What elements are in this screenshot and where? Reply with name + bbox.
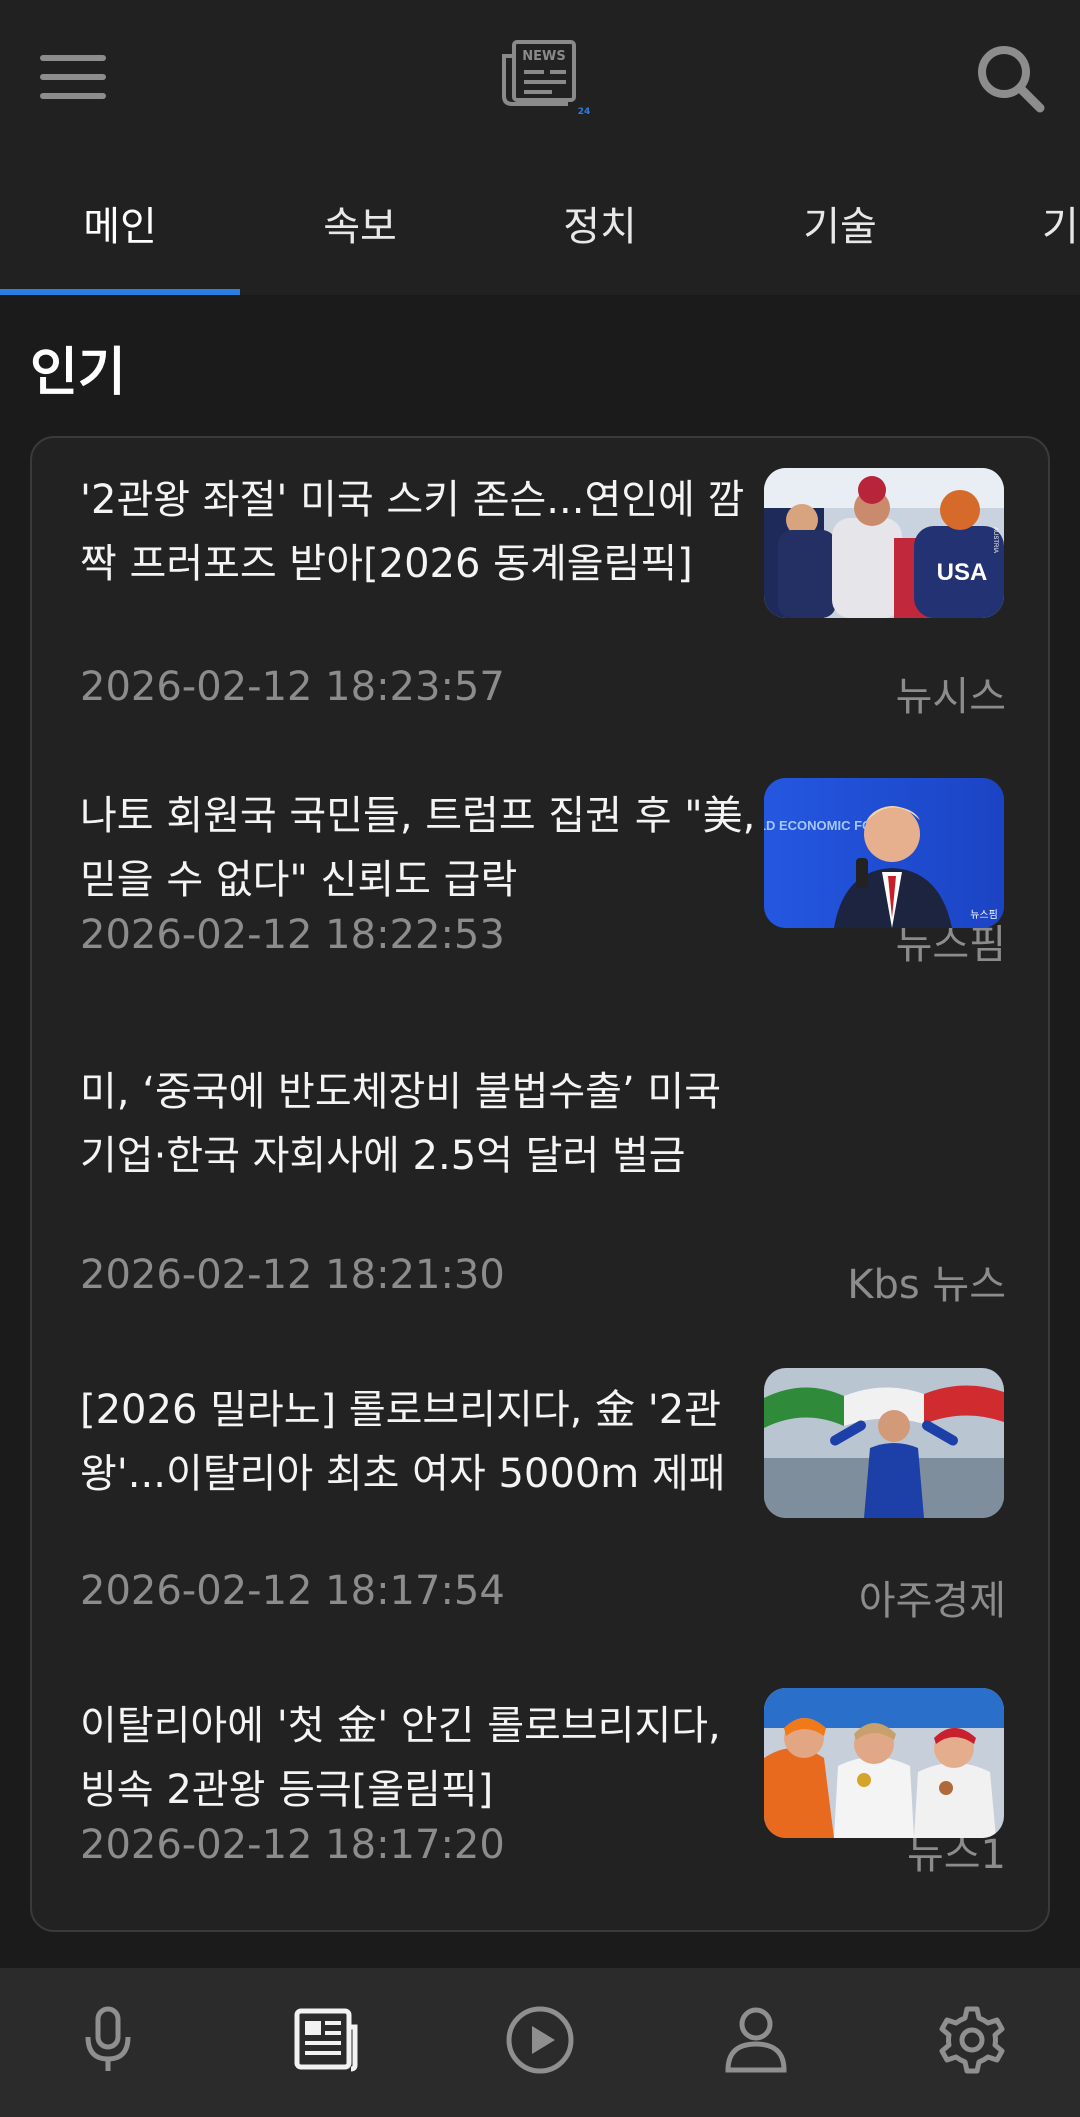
article-thumbnail[interactable]: WORLD ECONOMIC FORUM 뉴스핌 [764,778,1004,928]
tab-breaking[interactable]: 속보 [240,150,480,295]
search-icon[interactable] [970,38,1050,118]
article-headline[interactable]: '2관왕 좌절' 미국 스키 존슨...연인에 깜짝 프러포즈 받아[2026 … [80,468,760,596]
news-list-item[interactable]: 미, ‘중국에 반도체장비 불법수출’ 미국 기업·한국 자회사에 2.5억 달… [32,1060,1052,1308]
article-time: 2026-02-12 18:23:57 [80,664,505,710]
article-headline[interactable]: [2026 밀라노] 롤로브리지다, 金 '2관왕'...이탈리아 최초 여자 … [80,1378,760,1506]
play-circle-icon [506,2006,574,2074]
article-headline[interactable]: 나토 회원국 국민들, 트럼프 집권 후 "美, 믿을 수 없다" 신뢰도 급락 [80,784,760,912]
article-headline[interactable]: 미, ‘중국에 반도체장비 불법수출’ 미국 기업·한국 자회사에 2.5억 달… [80,1060,740,1188]
image-watermark: 뉴스핌 [970,909,998,921]
news-list-item[interactable]: [2026 밀라노] 롤로브리지다, 金 '2관왕'...이탈리아 최초 여자 … [32,1368,1052,1624]
person-icon [725,2007,787,2073]
hamburger-icon-line [40,93,106,99]
article-time: 2026-02-12 18:17:20 [80,1822,505,1868]
article-time: 2026-02-12 18:17:54 [80,1568,505,1614]
section-title: 인기 [30,343,126,403]
article-headline[interactable]: 이탈리아에 '첫 金' 안긴 롤로브리지다, 빙속 2관왕 등극[올림픽] [80,1694,760,1822]
newspaper-icon [294,2008,358,2072]
article-source: 아주경제 [858,1578,1006,1624]
article-thumbnail[interactable]: USA AUSTRIA [764,468,1004,618]
hamburger-icon-line [40,74,106,80]
nav-news[interactable] [274,1990,374,2090]
article-time: 2026-02-12 18:21:30 [80,1252,505,1298]
article-thumbnail[interactable] [764,1368,1004,1518]
news-list-item[interactable]: '2관왕 좌절' 미국 스키 존슨...연인에 깜짝 프러포즈 받아[2026 … [32,468,1052,728]
tab-politics[interactable]: 정치 [480,150,720,295]
article-thumbnail[interactable] [764,1688,1004,1838]
tab-tech[interactable]: 기술 [720,150,960,295]
active-tab-indicator [0,289,240,295]
popular-news-card: '2관왕 좌절' 미국 스키 존슨...연인에 깜짝 프러포즈 받아[2026 … [30,436,1050,1932]
nav-voice[interactable] [58,1990,158,2090]
nav-video[interactable] [490,1990,590,2090]
news-list-item[interactable]: 이탈리아에 '첫 金' 안긴 롤로브리지다, 빙속 2관왕 등극[올림픽] 20… [32,1688,1052,1888]
news-logo-icon[interactable]: NEWS 24 [498,38,590,118]
nav-profile[interactable] [706,1990,806,2090]
article-source: Kbs 뉴스 [847,1262,1006,1308]
jacket-small-lettering: AUSTRIA [992,527,998,553]
jacket-lettering: USA [937,559,988,586]
menu-button[interactable] [30,42,116,112]
gear-icon [939,2006,1005,2074]
news-list-item[interactable]: 나토 회원국 국민들, 트럼프 집권 후 "美, 믿을 수 없다" 신뢰도 급락… [32,778,1052,968]
hamburger-icon-line [40,55,106,61]
nav-settings[interactable] [922,1990,1022,2090]
tab-main[interactable]: 메인 [0,150,240,295]
bottom-navigation [0,1968,1080,2117]
logo-text: NEWS [522,49,565,64]
logo-sub-text: 24 [578,107,590,117]
top-app-bar: NEWS 24 [0,0,1080,150]
microphone-icon [85,2006,131,2071]
article-time: 2026-02-12 18:22:53 [80,912,505,958]
category-tabs: 메인 속보 정치 기술 기 [0,150,1080,295]
article-source: 뉴시스 [895,674,1006,720]
tab-more[interactable]: 기 [960,150,1080,295]
